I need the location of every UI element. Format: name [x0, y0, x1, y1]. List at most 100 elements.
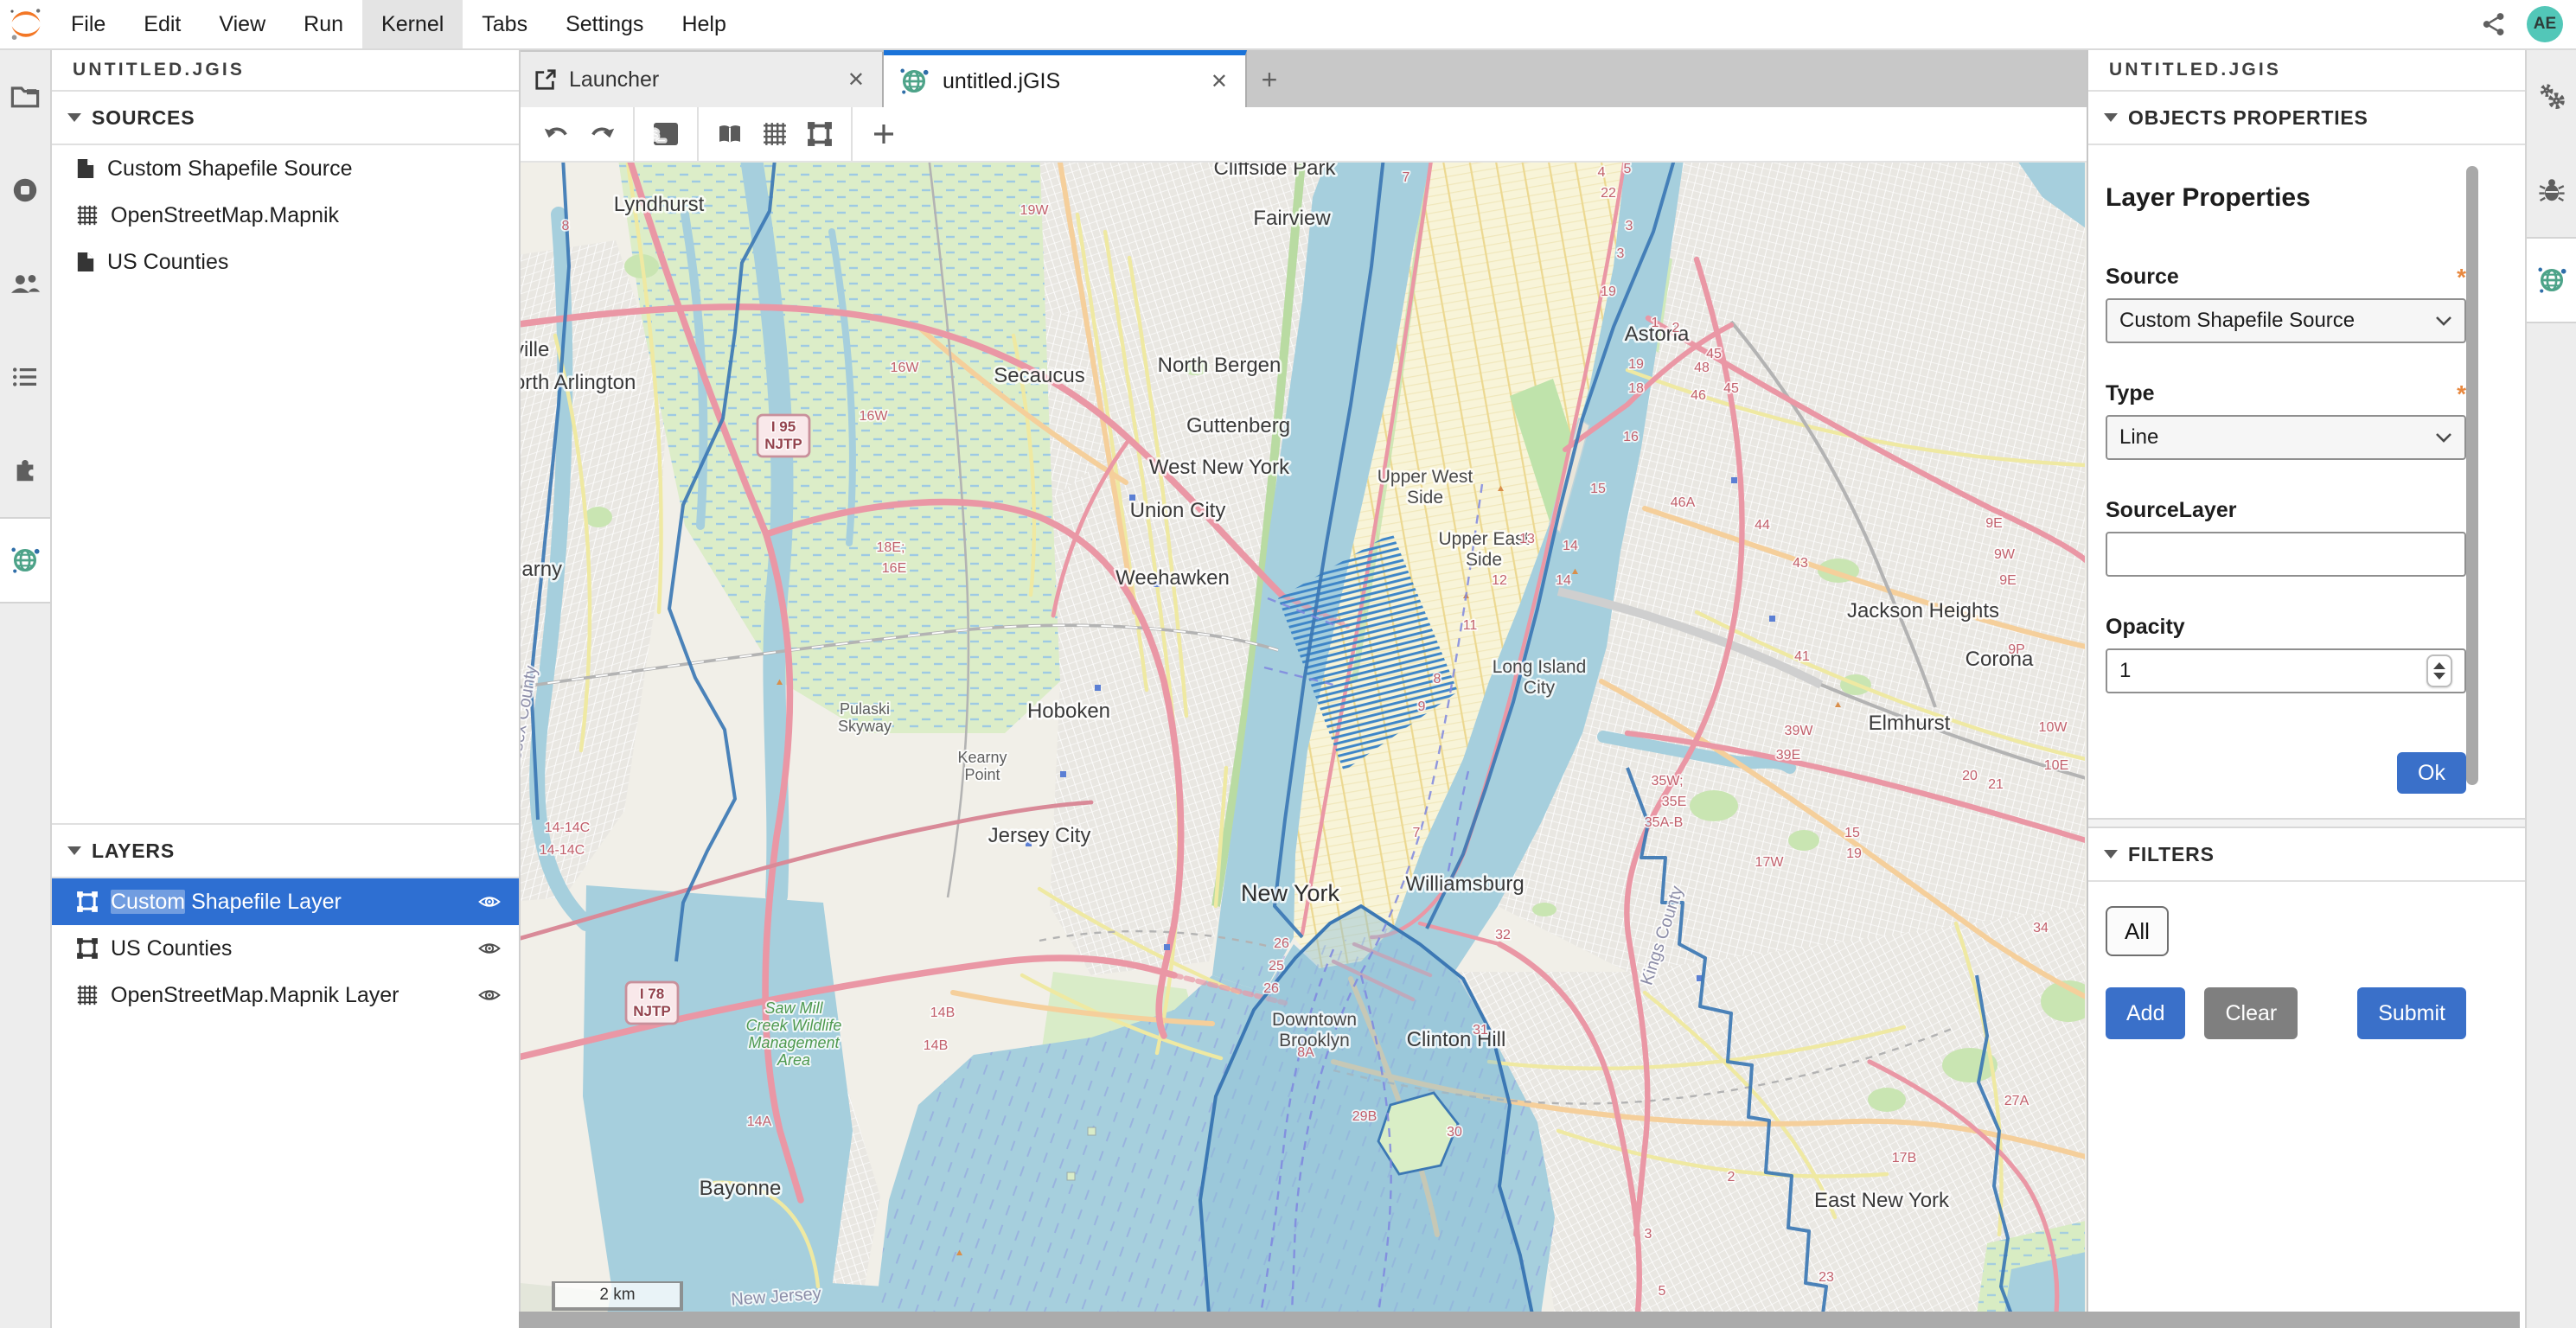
layer-item[interactable]: Custom Shapefile Layer	[52, 878, 519, 925]
map-label: 23	[1819, 1270, 1834, 1285]
share-icon[interactable]	[2468, 11, 2520, 37]
identify-button[interactable]	[707, 113, 752, 155]
map-label: PulaskiSkyway	[838, 700, 892, 735]
field-type: Type*Line	[2106, 381, 2466, 460]
map-label: 39E	[1776, 748, 1800, 763]
map-label: 3	[1626, 219, 1633, 233]
menu-view[interactable]: View	[200, 0, 284, 48]
map-label: 9E	[1985, 516, 2003, 531]
visibility-eye-icon[interactable]	[477, 986, 502, 1005]
menu-edit[interactable]: Edit	[125, 0, 200, 48]
source-item[interactable]: US Counties	[52, 239, 519, 285]
map-label: 8	[1434, 672, 1441, 686]
users-icon	[10, 273, 41, 294]
close-icon[interactable]: ✕	[1207, 69, 1231, 94]
add-button[interactable]: Add	[2106, 987, 2185, 1039]
map-label: 21	[1988, 777, 2004, 792]
source-item[interactable]: Custom Shapefile Source	[52, 145, 519, 192]
jgis-globe-icon	[2535, 264, 2568, 297]
map-label: ville	[521, 338, 549, 361]
tab-untitled-jgis[interactable]: untitled.jGIS ✕	[884, 50, 1247, 107]
launcher-icon	[534, 68, 557, 91]
redo-button[interactable]	[579, 113, 624, 155]
tab-launcher[interactable]: Launcher ✕	[521, 52, 884, 107]
add-layer-button[interactable]	[861, 113, 906, 155]
map-label: Guttenberg	[1186, 414, 1290, 437]
users-sidebar-button[interactable]	[0, 237, 50, 330]
map-label: 18	[1628, 381, 1644, 396]
source-select[interactable]: Custom Shapefile Source	[2106, 298, 2466, 343]
map-label: 9	[1418, 699, 1426, 714]
polygon-icon	[807, 121, 833, 147]
visibility-eye-icon[interactable]	[477, 892, 502, 911]
map-label: 8A	[1297, 1045, 1314, 1060]
map-label: 9P	[2008, 642, 2025, 657]
objects-properties-section-header[interactable]: OBJECTS PROPERTIES	[2088, 92, 2525, 145]
source-item[interactable]: OpenStreetMap.Mapnik	[52, 192, 519, 239]
menu-settings[interactable]: Settings	[547, 0, 662, 48]
opacity-input[interactable]: 1	[2106, 648, 2466, 693]
right-panel-scrollbar[interactable]	[2466, 166, 2478, 785]
user-avatar[interactable]: AE	[2527, 6, 2563, 42]
bug-sidebar-button[interactable]	[2527, 144, 2576, 237]
map-label: 19	[1846, 846, 1862, 861]
visibility-eye-icon[interactable]	[477, 939, 502, 958]
menu-help[interactable]: Help	[662, 0, 745, 48]
clear-button[interactable]: Clear	[2204, 987, 2298, 1039]
tab-label: untitled.jGIS	[943, 69, 1195, 94]
stepper-icon[interactable]	[2426, 654, 2452, 687]
map-view[interactable]: I 95NJTPI 78NJTP New YorkLyndhurstNorth …	[521, 163, 2087, 1328]
sources-section-header[interactable]: SOURCES	[52, 92, 519, 145]
gears-sidebar-button[interactable]	[2527, 50, 2576, 144]
folder-sidebar-button[interactable]	[0, 50, 50, 144]
menu-file[interactable]: File	[52, 0, 125, 48]
filters-section-header[interactable]: FILTERS	[2088, 828, 2525, 882]
layer-item[interactable]: US Counties	[52, 925, 519, 972]
undo-icon	[542, 123, 572, 145]
new-vector-layer-button[interactable]	[797, 113, 842, 155]
map-label: 1	[1652, 316, 1659, 330]
field-label: Source	[2106, 265, 2179, 290]
new-tab-button[interactable]: +	[1247, 52, 1292, 107]
map-label: I 78	[640, 986, 664, 1002]
scale-label: 2 km	[599, 1286, 635, 1305]
menu-run[interactable]: Run	[284, 0, 362, 48]
submit-button[interactable]: Submit	[2357, 987, 2466, 1039]
tab-label: Launcher	[569, 67, 832, 93]
type-select[interactable]: Line	[2106, 415, 2466, 460]
map-label: Jackson Heights	[1847, 599, 1999, 622]
layers-section-header[interactable]: LAYERS	[52, 823, 519, 878]
map-label: 10W	[2039, 720, 2068, 735]
map-label: 14B	[924, 1038, 948, 1053]
close-icon[interactable]: ✕	[844, 67, 868, 93]
map-label: 11	[1463, 618, 1478, 633]
sourcelayer-input[interactable]	[2106, 532, 2466, 577]
menu-tabs[interactable]: Tabs	[463, 0, 547, 48]
vector-icon	[76, 891, 99, 913]
ok-button[interactable]: Ok	[2397, 752, 2466, 794]
map-label: 39W	[1785, 724, 1814, 738]
puzzle-sidebar-button[interactable]	[0, 424, 50, 517]
chevron-down-icon	[67, 113, 81, 122]
new-raster-layer-button[interactable]	[752, 113, 797, 155]
filter-logic-select[interactable]: All	[2106, 906, 2169, 956]
jgis-globe-sidebar-button[interactable]	[2527, 239, 2576, 322]
main-area: Launcher ✕ untitled.jGIS ✕ + $_	[521, 50, 2087, 1328]
undo-button[interactable]	[534, 113, 579, 155]
map-label: New York	[1241, 880, 1340, 906]
running-sidebar-button[interactable]	[0, 144, 50, 237]
layer-item[interactable]: OpenStreetMap.Mapnik Layer	[52, 972, 519, 1018]
file-icon	[76, 251, 95, 273]
jupyter-logo	[0, 6, 52, 42]
map-canvas[interactable]: I 95NJTPI 78NJTP New YorkLyndhurstNorth …	[521, 163, 2085, 1313]
map-label: Union City	[1130, 499, 1226, 522]
jgis-globe-sidebar-button[interactable]	[0, 519, 50, 602]
map-label: Hoboken	[1027, 699, 1110, 723]
layer-label: US Counties	[111, 936, 465, 961]
console-button[interactable]: $_	[643, 113, 688, 155]
menu-kernel[interactable]: Kernel	[362, 0, 463, 48]
map-label: 46	[1691, 388, 1706, 403]
list-sidebar-button[interactable]	[0, 330, 50, 424]
motorway-shield: I 78NJTP	[626, 982, 678, 1024]
terminal-icon: $_	[653, 122, 679, 146]
